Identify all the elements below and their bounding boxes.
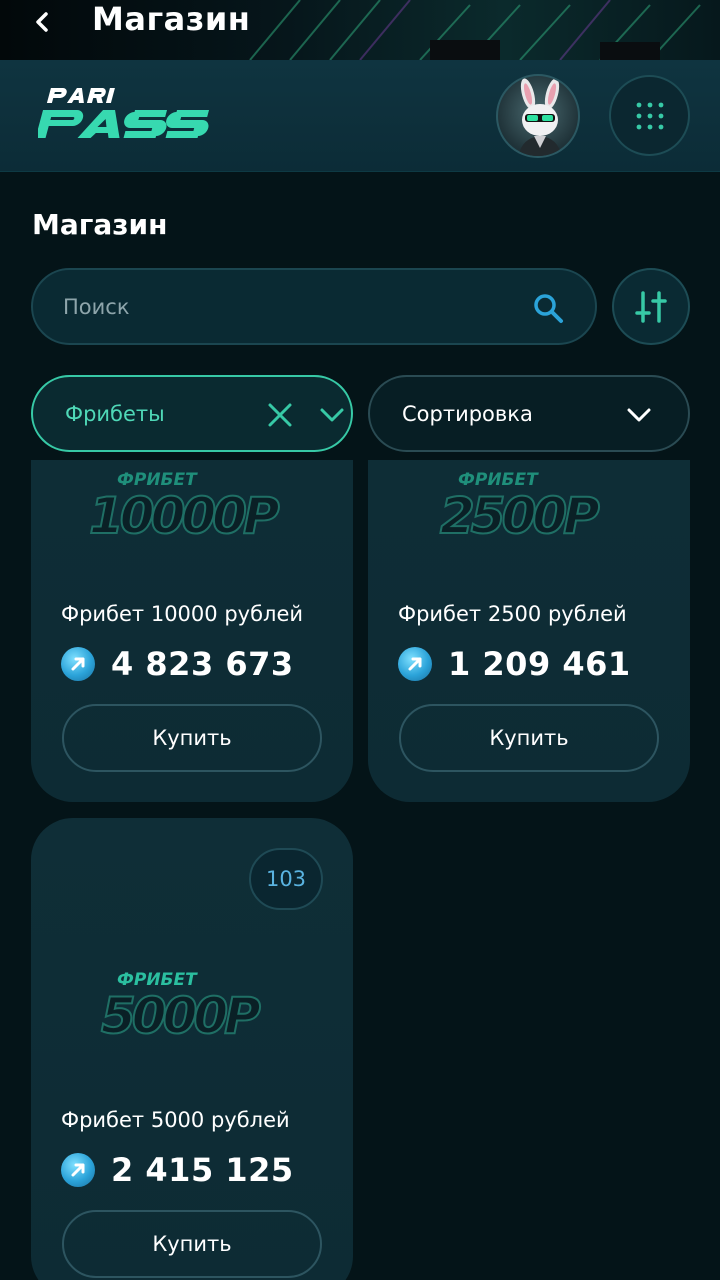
category-filter-chip[interactable]: Фрибеты xyxy=(31,375,353,452)
buy-button[interactable]: Купить xyxy=(62,1210,322,1278)
product-name: Фрибет 2500 рублей xyxy=(398,602,627,626)
user-avatar[interactable] xyxy=(496,74,580,158)
art-amount: 2500Р xyxy=(440,487,599,545)
price-row: 1 209 461 xyxy=(398,645,631,683)
page-title: Магазин xyxy=(32,208,168,241)
search-bar xyxy=(31,268,597,345)
price-row: 4 823 673 xyxy=(61,645,294,683)
coin-arrow-icon xyxy=(61,1153,95,1187)
product-price: 1 209 461 xyxy=(448,645,631,683)
art-amount: 5000Р xyxy=(101,987,260,1045)
freebet-artwork: ФРИБЕТ 2500Р xyxy=(439,470,604,546)
pari-pass-logo[interactable] xyxy=(38,84,218,148)
search-icon[interactable] xyxy=(531,291,565,325)
rabbit-avatar-icon xyxy=(518,78,562,156)
filter-sliders-icon xyxy=(635,290,667,323)
chevron-down-icon xyxy=(627,408,651,422)
menu-button[interactable] xyxy=(609,75,690,156)
sort-dropdown[interactable]: Сортировка xyxy=(368,375,690,452)
back-button[interactable] xyxy=(22,4,62,40)
product-grid: ФРИБЕТ 10000Р Фрибет 10000 рублей 4 823 … xyxy=(0,460,720,1280)
stock-count-badge: 103 xyxy=(249,848,323,910)
coin-arrow-icon xyxy=(61,647,95,681)
product-card[interactable]: 103 ФРИБЕТ 5000Р Фрибет 5000 рублей 2 41… xyxy=(31,818,353,1280)
product-name: Фрибет 10000 рублей xyxy=(61,602,304,626)
coin-arrow-icon xyxy=(398,647,432,681)
freebet-artwork: ФРИБЕТ 10000Р xyxy=(88,470,284,546)
product-price: 2 415 125 xyxy=(111,1151,294,1189)
sort-label: Сортировка xyxy=(402,401,533,426)
product-name: Фрибет 5000 рублей xyxy=(61,1108,290,1132)
product-card[interactable]: ФРИБЕТ 10000Р Фрибет 10000 рублей 4 823 … xyxy=(31,460,353,802)
product-price: 4 823 673 xyxy=(111,645,294,683)
category-filter-label: Фрибеты xyxy=(65,401,165,426)
freebet-artwork: ФРИБЕТ 5000Р xyxy=(100,970,265,1046)
close-icon[interactable] xyxy=(265,400,295,430)
buy-button[interactable]: Купить xyxy=(399,704,659,772)
search-input[interactable] xyxy=(63,270,513,343)
app-header xyxy=(0,60,720,172)
price-row: 2 415 125 xyxy=(61,1151,294,1189)
buy-button[interactable]: Купить xyxy=(62,704,322,772)
chevron-down-icon xyxy=(320,408,344,422)
art-amount: 10000Р xyxy=(89,487,279,545)
topbar-title: Магазин xyxy=(92,0,251,38)
product-card[interactable]: ФРИБЕТ 2500Р Фрибет 2500 рублей 1 209 46… xyxy=(368,460,690,802)
top-app-bar: Магазин xyxy=(0,0,720,60)
grid-menu-icon xyxy=(636,102,663,129)
back-arrow-icon xyxy=(36,12,48,32)
filter-button[interactable] xyxy=(612,268,690,345)
